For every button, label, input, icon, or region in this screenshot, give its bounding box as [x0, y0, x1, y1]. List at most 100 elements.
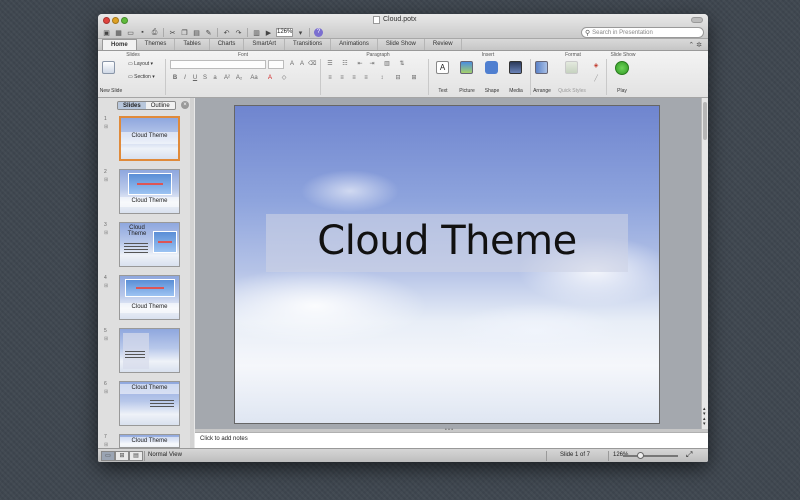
paste-icon[interactable]: ▤ [192, 28, 201, 37]
zoom-field[interactable]: 126% [276, 28, 293, 37]
font-color-icon[interactable]: A [266, 74, 274, 82]
shadow-icon[interactable]: S [201, 74, 209, 82]
open-folder-icon[interactable]: ▭ [126, 28, 135, 37]
toolbar-toggle-button[interactable] [691, 17, 703, 23]
media-icon[interactable] [509, 61, 522, 74]
pane-close-icon[interactable]: × [181, 101, 189, 109]
tab-charts[interactable]: Charts [210, 39, 245, 50]
new-presentation-icon[interactable]: ▣ [102, 28, 111, 37]
slide-thumbnail[interactable]: Cloud Theme [119, 169, 180, 214]
slide-show-view-button[interactable]: ▤ [129, 451, 143, 461]
slide-thumbnail-row[interactable]: 2 ⊞ Cloud Theme [102, 169, 188, 217]
align-right-icon[interactable]: ≡ [350, 74, 358, 82]
slide-thumbnail[interactable]: Cloud Theme [119, 275, 180, 320]
picture-icon[interactable] [460, 61, 473, 74]
media-button[interactable]: Media [504, 88, 528, 94]
zoom-slider-thumb[interactable] [637, 452, 644, 459]
shape-line-icon[interactable]: ╱ [592, 75, 600, 83]
quick-styles-icon[interactable] [565, 61, 578, 74]
scrollbar-thumb[interactable] [703, 102, 707, 140]
play-icon[interactable] [615, 61, 629, 75]
slide-sorter-button[interactable]: ⊞ [115, 451, 129, 461]
copy-icon[interactable]: ❐ [180, 28, 189, 37]
align-left-icon[interactable]: ≡ [326, 74, 334, 82]
zoom-dropdown-icon[interactable]: ▾ [296, 28, 305, 37]
font-size-field[interactable] [268, 60, 284, 69]
text-box-icon[interactable]: A [436, 61, 449, 74]
bold-icon[interactable]: B [171, 74, 179, 82]
print-icon[interactable]: ⎙ [150, 28, 159, 37]
decrease-indent-icon[interactable]: ⇤ [356, 60, 364, 68]
shrink-font-icon[interactable]: A [298, 60, 306, 68]
slide-thumbnail[interactable] [119, 328, 180, 373]
picture-button[interactable]: Picture [455, 88, 479, 94]
align-center-icon[interactable]: ≡ [338, 74, 346, 82]
cut-icon[interactable]: ✂ [168, 28, 177, 37]
notes-pane[interactable]: Click to add notes [195, 432, 708, 448]
tab-home[interactable]: Home [102, 39, 137, 50]
slide-thumbnail[interactable]: Cloud Theme [119, 116, 180, 161]
shape-button[interactable]: Shape [480, 88, 504, 94]
numbering-icon[interactable]: ☷ [341, 60, 349, 68]
slide-thumbnail[interactable]: Cloud Theme [119, 222, 180, 267]
new-slide-icon[interactable] [102, 61, 115, 74]
underline-icon[interactable]: U [191, 74, 199, 82]
align-text-icon[interactable]: ⊟ [394, 74, 402, 82]
tab-slide-show[interactable]: Slide Show [378, 39, 425, 50]
font-name-field[interactable] [170, 60, 266, 69]
format-painter-icon[interactable]: ✎ [204, 28, 213, 37]
new-slide-button[interactable]: New Slide [99, 88, 123, 94]
normal-view-button[interactable]: ▭ [101, 451, 115, 461]
slide-nav-arrows-icon[interactable]: ▴ ▾ ▴ ▾ [703, 407, 708, 427]
play-button[interactable]: Play [610, 88, 634, 94]
columns-icon[interactable]: ▥ [383, 60, 391, 68]
bullets-icon[interactable]: ☰ [326, 60, 334, 68]
italic-icon[interactable]: I [181, 74, 189, 82]
change-case-icon[interactable]: Aa [250, 74, 258, 82]
section-button[interactable]: ▭ Section ▾ [128, 74, 162, 80]
slides-segment[interactable]: Slides [118, 102, 146, 109]
text-button[interactable]: Text [431, 88, 455, 94]
help-icon[interactable]: ? [314, 28, 323, 37]
line-spacing-icon[interactable]: ↕ [378, 74, 386, 82]
redo-icon[interactable]: ↷ [234, 28, 243, 37]
subscript-icon[interactable]: A₂ [235, 74, 243, 82]
slide-thumbnail[interactable]: Cloud Theme [119, 434, 180, 448]
layout-button[interactable]: ▭ Layout ▾ [128, 61, 158, 67]
text-direction-icon[interactable]: ⇅ [398, 60, 406, 68]
zoom-window-button[interactable] [121, 17, 128, 24]
clear-formatting-icon[interactable]: ⌫ [308, 60, 316, 68]
tab-animations[interactable]: Animations [331, 39, 378, 50]
convert-smartart-icon[interactable]: ⊞ [410, 74, 418, 82]
tab-tables[interactable]: Tables [175, 39, 210, 50]
slide-scrollbar[interactable]: ▴ ▾ ▴ ▾ [701, 98, 708, 429]
slides-pane-scrollbar[interactable] [190, 98, 194, 448]
minimize-window-button[interactable] [112, 17, 119, 24]
current-slide[interactable]: Cloud Theme [234, 105, 660, 424]
outline-segment[interactable]: Outline [145, 102, 175, 109]
save-icon[interactable]: ▪ [138, 28, 147, 37]
slide-thumbnail-row[interactable]: 5 ⊞ [102, 328, 188, 376]
slide-thumbnail-row[interactable]: 1 ⊞ Cloud Theme [102, 116, 188, 164]
quick-styles-button[interactable]: Quick Styles [556, 88, 588, 94]
search-field[interactable]: ⚲ Search in Presentation [581, 27, 704, 38]
slide-show-icon[interactable]: ▶ [264, 28, 273, 37]
arrange-button[interactable]: Arrange [530, 88, 554, 94]
templates-icon[interactable]: ▦ [114, 28, 123, 37]
slide-thumbnail-row[interactable]: 3 ⊞ Cloud Theme [102, 222, 188, 270]
zoom-slider[interactable] [623, 452, 678, 459]
slide-thumbnail[interactable]: Cloud Theme [119, 381, 180, 426]
tab-smartart[interactable]: SmartArt [244, 39, 286, 50]
strikethrough-icon[interactable]: a [211, 74, 219, 82]
highlight-icon[interactable]: ◇ [280, 74, 288, 82]
fit-to-window-icon[interactable]: ⤢ [686, 450, 692, 460]
slide-thumbnail-row[interactable]: 6 ⊞ Cloud Theme [102, 381, 188, 429]
ribbon-collapse-icon[interactable]: ⌃ ✲ [688, 41, 702, 49]
shape-fill-icon[interactable]: ◈ [592, 62, 600, 70]
superscript-icon[interactable]: A² [223, 74, 231, 82]
increase-indent-icon[interactable]: ⇥ [368, 60, 376, 68]
grow-font-icon[interactable]: A [288, 60, 296, 68]
justify-icon[interactable]: ≡ [362, 74, 370, 82]
tab-transitions[interactable]: Transitions [285, 39, 332, 50]
close-window-button[interactable] [103, 17, 110, 24]
